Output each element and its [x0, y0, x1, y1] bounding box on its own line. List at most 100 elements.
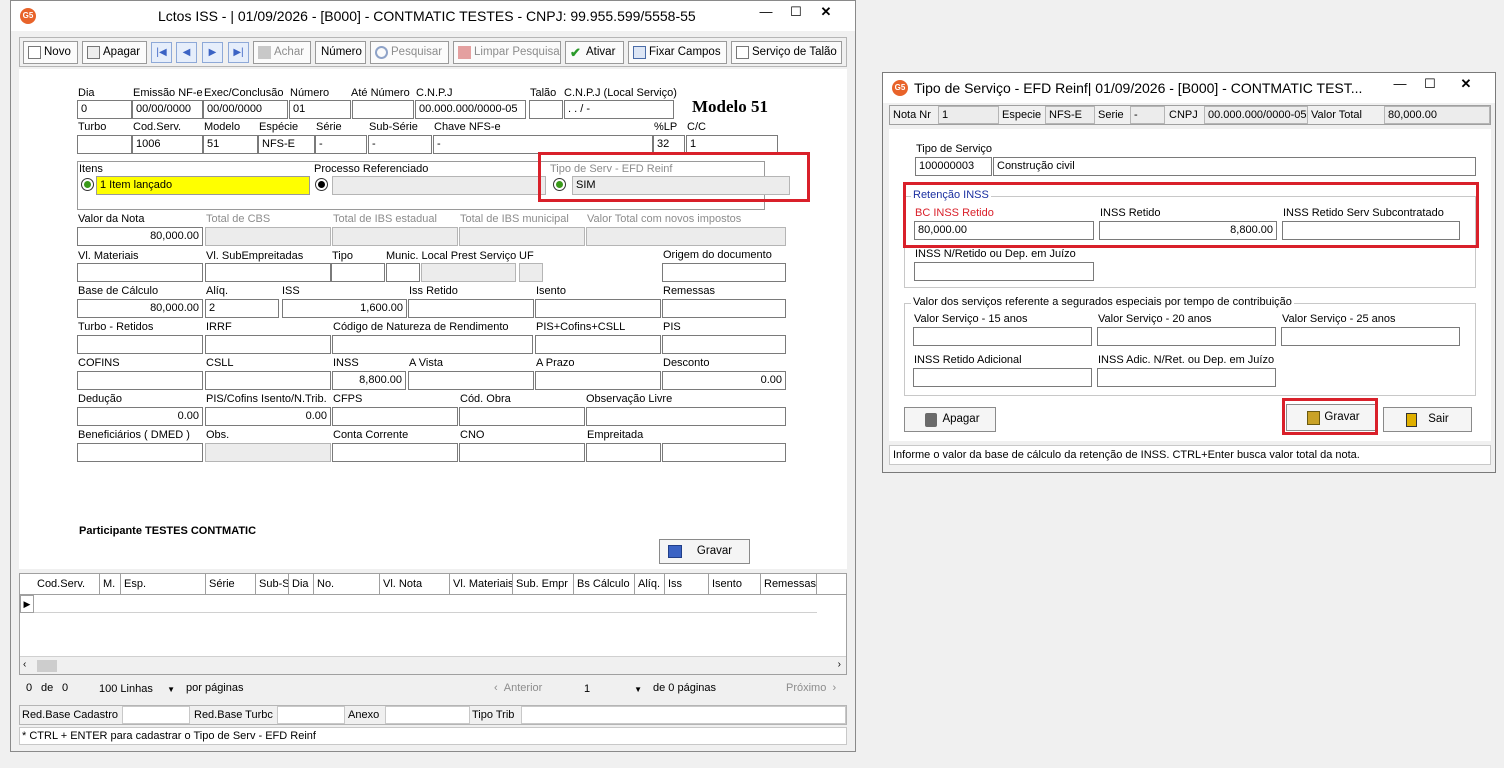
tipo-servico-code-field[interactable]: 100000003	[915, 157, 992, 176]
close-icon[interactable]: ✕	[811, 1, 841, 23]
tipo-trib-field[interactable]	[521, 706, 846, 724]
turbo-ret-field[interactable]	[77, 335, 203, 354]
numero-button[interactable]: Número	[315, 41, 366, 64]
emissao-field[interactable]: 00/00/0000	[132, 100, 203, 119]
origem-field[interactable]	[662, 263, 786, 282]
csll-field[interactable]	[205, 371, 331, 390]
achar-button[interactable]: Achar	[253, 41, 311, 64]
dialog-minimize-icon[interactable]: —	[1385, 73, 1415, 95]
grid-header-serie[interactable]: Série	[206, 574, 256, 594]
grid-header-vl-nota[interactable]: Vl. Nota	[380, 574, 450, 594]
iss-field[interactable]: 1,600.00	[282, 299, 407, 318]
grid-header-sub-empr[interactable]: Sub. Empr	[513, 574, 574, 594]
cno-field[interactable]	[459, 443, 585, 462]
isento-field[interactable]	[535, 299, 661, 318]
last-record-icon[interactable]: ▶|	[228, 42, 249, 63]
proximo-link[interactable]: Próximo ›	[786, 682, 836, 694]
remessas-field[interactable]	[662, 299, 786, 318]
dialog-maximize-icon[interactable]: ☐	[1415, 73, 1445, 95]
grid-header-cod-serv[interactable]: Cod.Serv.	[34, 574, 100, 594]
cofins-field[interactable]	[77, 371, 203, 390]
grid-horizontal-scrollbar[interactable]: ‹ ›	[20, 656, 846, 674]
cod-serv-field[interactable]: 1006	[132, 135, 203, 154]
page-select[interactable]: 1 ▼	[580, 680, 646, 699]
beneficiarios-field[interactable]	[77, 443, 203, 462]
turbo-field[interactable]	[77, 135, 132, 154]
modelo-field[interactable]: 51	[203, 135, 258, 154]
inss-adicional-field[interactable]	[913, 368, 1092, 387]
ativar-button[interactable]: ✔ Ativar	[565, 41, 624, 64]
tipo-servico-desc-field[interactable]: Construção civil	[993, 157, 1476, 176]
a-prazo-field[interactable]	[535, 371, 661, 390]
pesquisar-button[interactable]: Pesquisar	[370, 41, 449, 64]
pis-cofins-isento-field[interactable]: 0.00	[205, 407, 331, 426]
minimize-icon[interactable]: —	[751, 1, 781, 23]
grid-header-no[interactable]: No.	[314, 574, 380, 594]
inss-nret-field[interactable]	[914, 262, 1094, 281]
cnpj-field[interactable]: 00.000.000/0000-05	[415, 100, 526, 119]
aliq-field[interactable]: 2	[205, 299, 279, 318]
munic-code-field[interactable]	[386, 263, 420, 282]
pis-field[interactable]	[662, 335, 786, 354]
grid-header-sub-s[interactable]: Sub-S	[256, 574, 289, 594]
limpar-pesquisa-button[interactable]: Limpar Pesquisa	[453, 41, 561, 64]
grid-header-m[interactable]: M.	[100, 574, 121, 594]
itens-field[interactable]: 1 Item lançado	[96, 176, 310, 195]
vl-sub-field[interactable]	[205, 263, 331, 282]
maximize-icon[interactable]: ☐	[781, 1, 811, 23]
anexo-field[interactable]	[385, 706, 470, 724]
anterior-link[interactable]: ‹ Anterior	[494, 682, 542, 694]
tipo-field[interactable]	[331, 263, 385, 282]
vl-materiais-field[interactable]	[77, 263, 203, 282]
cod-natureza-field[interactable]	[332, 335, 533, 354]
conta-corrente-field[interactable]	[332, 443, 458, 462]
processo-radio-icon[interactable]	[315, 178, 328, 191]
talao-field[interactable]	[529, 100, 563, 119]
scroll-left-icon[interactable]: ‹	[23, 659, 26, 670]
vs25-field[interactable]	[1281, 327, 1460, 346]
valor-nota-field[interactable]: 80,000.00	[77, 227, 203, 246]
grid-header-aliq[interactable]: Alíq.	[635, 574, 665, 594]
cod-obra-field[interactable]	[459, 407, 585, 426]
a-vista-field[interactable]	[408, 371, 534, 390]
servico-talao-button[interactable]: Serviço de Talão	[731, 41, 842, 64]
grid-header-bs-calculo[interactable]: Bs Cálculo	[574, 574, 635, 594]
grid-header-iss[interactable]: Iss	[665, 574, 709, 594]
desconto-field[interactable]: 0.00	[662, 371, 786, 390]
grid-empty-row[interactable]	[34, 595, 817, 613]
vs15-field[interactable]	[913, 327, 1092, 346]
inss-adic-nret-field[interactable]	[1097, 368, 1276, 387]
empreitada-field[interactable]	[586, 443, 661, 462]
grid-header-esp[interactable]: Esp.	[121, 574, 206, 594]
grid-header-isento[interactable]: Isento	[709, 574, 761, 594]
red-base-cadastro-field[interactable]	[122, 706, 190, 724]
gravar-main-button[interactable]: Gravar	[659, 539, 750, 564]
grid-header-dia[interactable]: Dia	[289, 574, 314, 594]
prev-record-icon[interactable]: ◀	[176, 42, 197, 63]
apagar-dialog-button[interactable]: Apagar	[904, 407, 996, 432]
novo-button[interactable]: Novo	[23, 41, 78, 64]
base-calc-field[interactable]: 80,000.00	[77, 299, 203, 318]
cfps-field[interactable]	[332, 407, 458, 426]
ate-numero-field[interactable]	[352, 100, 414, 119]
grid-header-vl-materiais[interactable]: Vl. Materiais	[450, 574, 513, 594]
grid-header-remessas[interactable]: Remessas	[761, 574, 817, 594]
scroll-right-icon[interactable]: ›	[838, 659, 841, 670]
especie-field[interactable]: NFS-E	[258, 135, 315, 154]
dialog-close-icon[interactable]: ✕	[1451, 73, 1481, 95]
cnpj-local-field[interactable]: . . / -	[564, 100, 674, 119]
first-record-icon[interactable]: |◀	[151, 42, 172, 63]
deducao-field[interactable]: 0.00	[77, 407, 203, 426]
exec-field[interactable]: 00/00/0000	[203, 100, 288, 119]
fixar-campos-button[interactable]: Fixar Campos	[628, 41, 727, 64]
itens-radio-icon[interactable]	[81, 178, 94, 191]
red-base-turbo-field[interactable]	[277, 706, 345, 724]
vs20-field[interactable]	[1097, 327, 1276, 346]
linhas-select[interactable]: 100 Linhas ▼	[95, 680, 179, 699]
numero-field[interactable]: 01	[289, 100, 351, 119]
irrf-field[interactable]	[205, 335, 331, 354]
iss-retido-field[interactable]	[408, 299, 534, 318]
sair-button[interactable]: Sair	[1383, 407, 1472, 432]
processo-field[interactable]	[332, 176, 546, 195]
empreitada-extra-field[interactable]	[662, 443, 786, 462]
